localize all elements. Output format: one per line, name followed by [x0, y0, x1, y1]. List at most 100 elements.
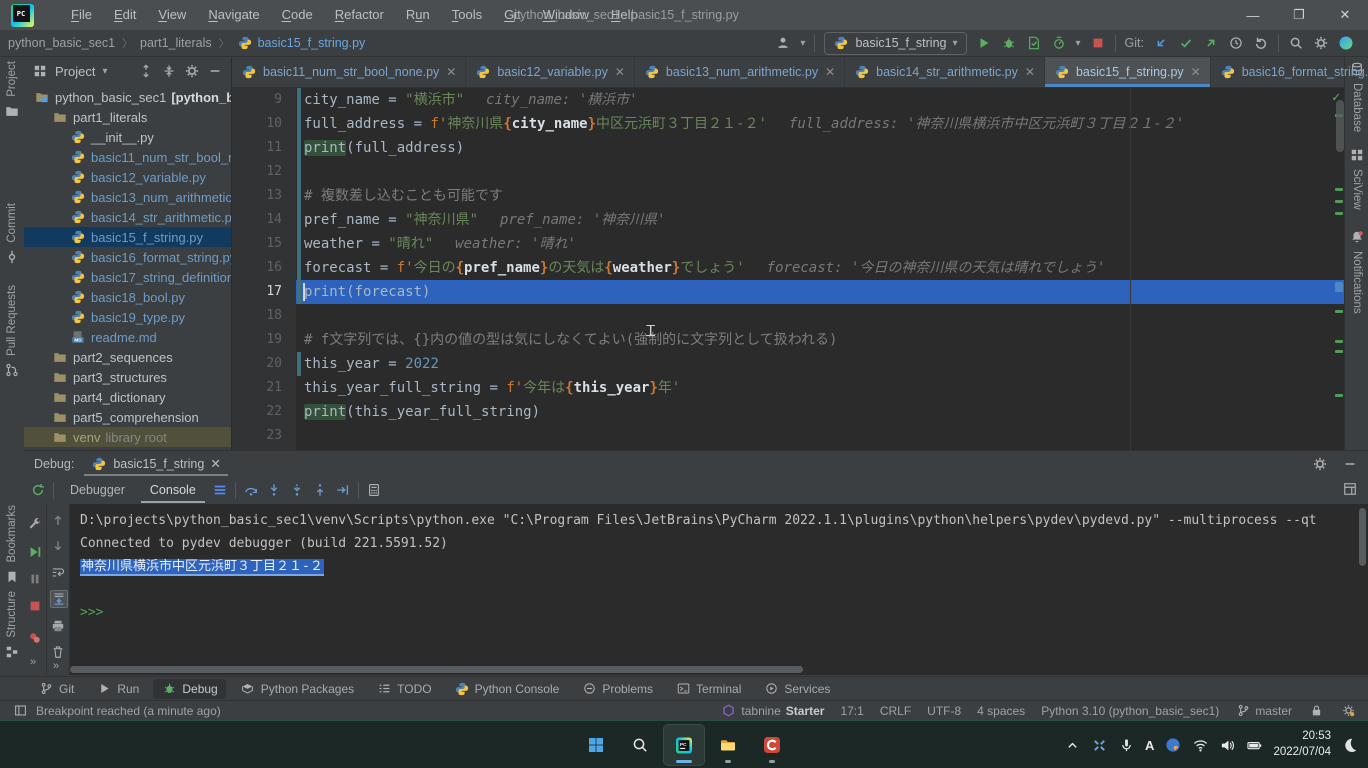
tool-window-toggle-icon[interactable] — [12, 703, 28, 719]
tree-item-part4_dictionary[interactable]: part4_dictionary — [24, 387, 231, 407]
toolwindow-button-services[interactable]: Services — [755, 679, 838, 699]
file-encoding[interactable]: UTF-8 — [927, 704, 961, 718]
user-chevron-icon[interactable]: ▾ — [800, 38, 805, 49]
inspections-ok-icon[interactable]: ✓ — [1332, 90, 1340, 105]
collapse-all-icon[interactable] — [161, 63, 177, 79]
run-configuration-select[interactable]: basic15_f_string▾ — [824, 32, 966, 55]
debug-button[interactable] — [1001, 35, 1017, 51]
git-commit-button[interactable] — [1178, 35, 1194, 51]
caret-position[interactable]: 17:1 — [840, 704, 863, 718]
restore-icon[interactable]: ❐ — [1276, 0, 1322, 30]
tabnine-ball-icon[interactable] — [1338, 35, 1354, 51]
microphone-icon[interactable] — [1118, 737, 1134, 753]
profiler-chevron-icon[interactable]: ▾ — [1076, 38, 1081, 49]
resume-program-icon[interactable] — [27, 544, 43, 560]
soft-wrap-icon[interactable] — [50, 564, 66, 580]
toolwindow-button-problems[interactable]: Problems — [573, 679, 661, 699]
minimize-icon[interactable]: — — [1230, 0, 1276, 30]
debug-session-tab[interactable]: basic15_f_string ✕ — [84, 451, 228, 476]
step-out-icon[interactable] — [312, 482, 328, 498]
stripe-bookmarks[interactable]: Bookmarks — [0, 505, 24, 585]
tree-item-part3_structures[interactable]: part3_structures — [24, 367, 231, 387]
stripe-commit[interactable]: Commit — [0, 203, 24, 265]
git-push-button[interactable] — [1203, 35, 1219, 51]
readonly-lock-icon[interactable] — [1308, 703, 1324, 719]
history-button[interactable] — [1228, 35, 1244, 51]
battery-icon[interactable] — [1246, 737, 1262, 753]
menu-refactor[interactable]: Refactor — [324, 0, 395, 30]
search-everywhere-button[interactable] — [1288, 35, 1304, 51]
force-step-into-icon[interactable] — [289, 482, 305, 498]
run-to-cursor-icon[interactable] — [335, 482, 351, 498]
console-menu-icon[interactable] — [212, 482, 228, 498]
tree-item-basic13_num_arithmetic_py[interactable]: basic13_num_arithmetic.py — [24, 187, 231, 207]
tree-item-part1_literals[interactable]: part1_literals — [24, 107, 231, 127]
toolwindow-button-python-packages[interactable]: Python Packages — [232, 679, 362, 699]
tree-item-part5_comprehension[interactable]: part5_comprehension — [24, 407, 231, 427]
menu-view[interactable]: View — [147, 0, 197, 30]
toolwindow-button-todo[interactable]: TODO — [368, 679, 439, 699]
debug-settings-wrench-icon[interactable] — [27, 516, 43, 532]
taskbar-camtasia-icon[interactable] — [752, 725, 792, 765]
tree-item-basic18_bool_py[interactable]: basic18_bool.py — [24, 287, 231, 307]
menu-code[interactable]: Code — [271, 0, 324, 30]
clear-console-icon[interactable] — [50, 644, 66, 660]
tree-item-readme_md[interactable]: MDreadme.md — [24, 327, 231, 347]
settings-gear-button[interactable] — [1313, 35, 1329, 51]
run-with-coverage-button[interactable] — [1026, 35, 1042, 51]
run-button[interactable] — [976, 35, 992, 51]
taskbar-windows-start-icon[interactable] — [576, 725, 616, 765]
menu-edit[interactable]: Edit — [103, 0, 147, 30]
tree-item-basic16_format_string_py[interactable]: basic16_format_string.py — [24, 247, 231, 267]
menu-file[interactable]: File — [60, 0, 103, 30]
debug-console-output[interactable]: D:\projects\python_basic_sec1\venv\Scrip… — [70, 504, 1368, 680]
rollback-button[interactable] — [1253, 35, 1269, 51]
tab-basic15_f_string.py[interactable]: basic15_f_string.py✕ — [1045, 57, 1211, 87]
stripe-pull-requests[interactable]: Pull Requests — [0, 285, 24, 378]
tray-update-icon[interactable] — [1091, 737, 1107, 753]
tree-item-basic12_variable_py[interactable]: basic12_variable.py — [24, 167, 231, 187]
close-icon[interactable]: ✕ — [1191, 65, 1201, 79]
more-actions-icon[interactable]: » — [30, 656, 37, 668]
scroll-down-icon[interactable] — [50, 538, 66, 554]
tree-item-basic19_type_py[interactable]: basic19_type.py — [24, 307, 231, 327]
profiler-button[interactable] — [1051, 35, 1067, 51]
step-over-icon[interactable] — [243, 482, 259, 498]
pause-program-icon[interactable] — [27, 571, 43, 587]
stop-process-icon[interactable] — [27, 598, 43, 614]
rerun-debug-icon[interactable] — [30, 482, 46, 498]
tab-basic14_str_arithmetic.py[interactable]: basic14_str_arithmetic.py✕ — [845, 57, 1045, 87]
taskbar-file-explorer-icon[interactable] — [708, 725, 748, 765]
scroll-to-end-icon[interactable] — [50, 590, 68, 608]
tree-item-__init___py[interactable]: __init__.py — [24, 127, 231, 147]
menu-run[interactable]: Run — [395, 0, 441, 30]
git-branch-status[interactable]: master — [1235, 703, 1292, 719]
toolwindow-button-python-console[interactable]: Python Console — [446, 679, 568, 699]
tree-item-venv[interactable]: venv library root — [24, 427, 231, 447]
debug-tab-debugger[interactable]: Debugger — [61, 477, 134, 503]
hide-debug-panel-icon[interactable] — [1342, 456, 1358, 472]
menu-navigate[interactable]: Navigate — [197, 0, 270, 30]
stop-button[interactable] — [1090, 35, 1106, 51]
close-icon[interactable]: ✕ — [1322, 0, 1368, 30]
wifi-icon[interactable] — [1192, 737, 1208, 753]
tree-item-basic11_num_str_bool_none_py[interactable]: basic11_num_str_bool_none.py — [24, 147, 231, 167]
chevron-up-icon[interactable] — [1064, 737, 1080, 753]
evaluate-expression-icon[interactable] — [366, 482, 382, 498]
toolwindow-button-debug[interactable]: Debug — [153, 679, 225, 699]
debug-settings-gear-icon[interactable] — [1312, 456, 1328, 472]
tray-app-icon[interactable] — [1165, 737, 1181, 753]
close-icon[interactable]: ✕ — [446, 65, 456, 79]
toolwindow-button-git[interactable]: Git — [30, 679, 82, 699]
expand-all-icon[interactable] — [138, 63, 154, 79]
code-editor[interactable]: 9city_name = "横浜市"city_name: '横浜市'10full… — [232, 88, 1344, 450]
close-icon[interactable]: ✕ — [1025, 65, 1035, 79]
breadcrumb-item[interactable]: python_basic_sec1 — [8, 36, 115, 50]
taskbar-clock[interactable]: 20:532022/07/04 — [1273, 729, 1331, 760]
taskbar-windows-search-icon[interactable] — [620, 725, 660, 765]
git-update-button[interactable] — [1153, 35, 1169, 51]
volume-icon[interactable] — [1219, 737, 1235, 753]
close-icon[interactable]: ✕ — [825, 65, 835, 79]
scroll-up-icon[interactable] — [50, 512, 66, 528]
taskbar-pycharm-icon[interactable]: PC — [664, 725, 704, 765]
